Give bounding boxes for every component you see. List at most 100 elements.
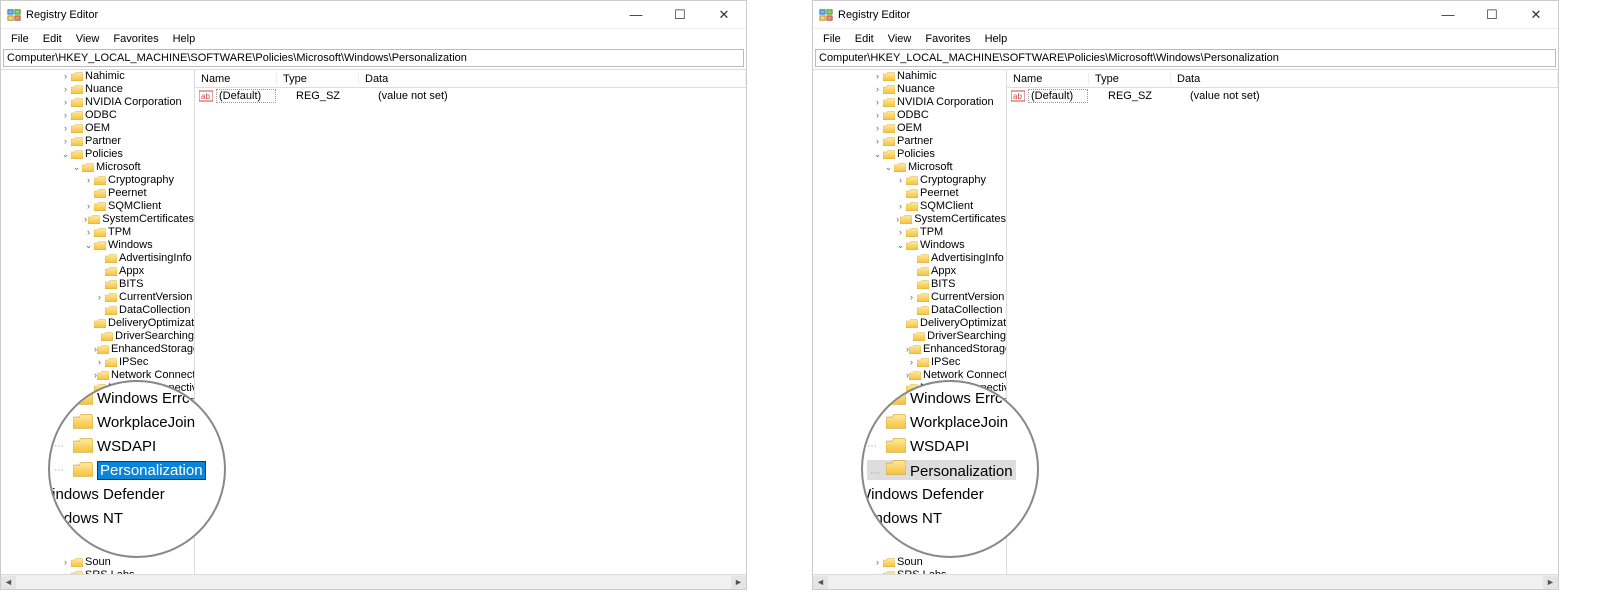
tree-node[interactable]: ›Partner [813,135,1006,148]
tree-node[interactable]: DataCollection [1,304,194,317]
zoom-tree-node[interactable]: Windows Defender [48,482,224,506]
tree-toggle-icon[interactable]: › [872,109,883,122]
close-button[interactable]: ✕ [702,1,746,29]
tree-node[interactable]: ›SQMClient [813,200,1006,213]
tree-node[interactable]: ›SystemCertificates [813,213,1006,226]
zoom-tree-node[interactable]: ⋯Personalization [50,458,224,482]
zoom-tree-node[interactable]: ⋯Personalization [863,458,1037,482]
tree-node[interactable]: ›SRS Labs [813,569,1006,574]
scroll-right-icon[interactable]: ► [1543,576,1558,589]
tree-toggle-icon[interactable]: › [872,70,883,83]
tree-node[interactable]: ›IPSec [813,356,1006,369]
tree-node[interactable]: ›Nahimic [813,70,1006,83]
tree-node[interactable]: ›OEM [813,122,1006,135]
col-type[interactable]: Type [277,73,359,85]
tree-node[interactable]: ›SQMClient [1,200,194,213]
tree-node[interactable]: ›TPM [813,226,1006,239]
tree-toggle-icon[interactable]: › [83,174,94,187]
tree-node[interactable]: ⌄Policies [813,148,1006,161]
tree-node[interactable]: ›NVIDIA Corporation [813,96,1006,109]
tree-toggle-icon[interactable]: › [872,556,883,569]
tree-toggle-icon[interactable]: › [60,135,71,148]
tree-toggle-icon[interactable]: ⌄ [872,148,883,161]
menu-view[interactable]: View [70,32,106,46]
tree-toggle-icon[interactable]: › [895,226,906,239]
tree-toggle-icon[interactable]: › [895,174,906,187]
tree-node[interactable]: Appx [1,265,194,278]
tree-node[interactable]: ⌄Windows [813,239,1006,252]
zoom-tree-node[interactable]: ⋯WorkplaceJoin [863,410,1037,434]
tree-node[interactable]: ›ODBC [1,109,194,122]
menu-help[interactable]: Help [167,32,202,46]
tree-toggle-icon[interactable]: › [60,109,71,122]
tree-toggle-icon[interactable]: › [872,96,883,109]
tree-node[interactable]: DeliveryOptimization [1,317,194,330]
zoom-tree-node[interactable]: ⋯WSDAPI [863,434,1037,458]
tree-toggle-icon[interactable]: ⌄ [71,161,82,174]
tree-toggle-icon[interactable]: › [906,291,917,304]
tree-toggle-icon[interactable]: ⌄ [895,239,906,252]
tree-toggle-icon[interactable]: › [60,569,71,574]
tree-node[interactable]: ›Network Connection [813,369,1006,382]
menu-favorites[interactable]: Favorites [107,32,164,46]
tree-node[interactable]: Peernet [813,187,1006,200]
tree-node[interactable]: ⌄Windows [1,239,194,252]
tree-toggle-icon[interactable]: › [872,83,883,96]
tree-node[interactable]: ›NVIDIA Corporation [1,96,194,109]
minimize-button[interactable]: — [614,1,658,29]
tree-node[interactable]: DeliveryOptimization [813,317,1006,330]
tree-node[interactable]: ⌄Microsoft [1,161,194,174]
col-name[interactable]: Name [195,73,277,85]
tree-node[interactable]: ›OEM [1,122,194,135]
tree-toggle-icon[interactable]: › [60,556,71,569]
tree-node[interactable]: ›EnhancedStorageDe [1,343,194,356]
tree-toggle-icon[interactable]: › [895,200,906,213]
col-data[interactable]: Data [1171,73,1558,85]
zoom-tree-node[interactable]: Windows NT [48,506,224,530]
scroll-left-icon[interactable]: ◄ [1,576,16,589]
zoom-tree-node[interactable]: ⋯WorkplaceJoin [50,410,224,434]
tree-toggle-icon[interactable]: ⌄ [60,148,71,161]
tree-node[interactable]: ›Cryptography [813,174,1006,187]
menu-favorites[interactable]: Favorites [919,32,976,46]
tree-node[interactable]: ›Nahimic [1,70,194,83]
tree-node[interactable]: ›IPSec [1,356,194,369]
minimize-button[interactable]: — [1426,1,1470,29]
tree-toggle-icon[interactable]: › [94,356,105,369]
maximize-button[interactable]: ☐ [658,1,702,29]
menu-help[interactable]: Help [979,32,1014,46]
zoom-tree-node[interactable]: Windows NT [861,506,1037,530]
tree-node[interactable]: Peernet [1,187,194,200]
zoom-tree-node[interactable]: ⋯Windows Errc [50,386,224,410]
horizontal-scrollbar[interactable]: ◄► [813,574,1558,589]
zoom-tree-node[interactable]: ⋯WSDAPI [50,434,224,458]
maximize-button[interactable]: ☐ [1470,1,1514,29]
tree-node[interactable]: ›Cryptography [1,174,194,187]
tree-node[interactable]: ›Nuance [813,83,1006,96]
tree-node[interactable]: BITS [813,278,1006,291]
tree-toggle-icon[interactable]: › [872,122,883,135]
tree-node[interactable]: ›ODBC [813,109,1006,122]
menu-view[interactable]: View [882,32,918,46]
tree-node[interactable]: ›Soun [813,556,1006,569]
scroll-left-icon[interactable]: ◄ [813,576,828,589]
tree-node[interactable]: DataCollection [813,304,1006,317]
tree-node[interactable]: ›EnhancedStorageDe [813,343,1006,356]
tree-node[interactable]: ›Partner [1,135,194,148]
tree-toggle-icon[interactable]: › [60,96,71,109]
horizontal-scrollbar[interactable]: ◄► [1,574,746,589]
col-type[interactable]: Type [1089,73,1171,85]
tree-toggle-icon[interactable]: › [60,70,71,83]
tree-node[interactable]: ›TPM [1,226,194,239]
close-button[interactable]: ✕ [1514,1,1558,29]
tree-node[interactable]: ›CurrentVersion [813,291,1006,304]
tree-node[interactable]: ⌄Policies [1,148,194,161]
tree-toggle-icon[interactable]: ⌄ [83,239,94,252]
zoom-tree-node[interactable]: Windows Defender [861,482,1037,506]
address-bar[interactable]: Computer\HKEY_LOCAL_MACHINE\SOFTWARE\Pol… [815,49,1556,67]
value-row[interactable]: (Default)REG_SZ(value not set) [195,88,746,103]
tree-toggle-icon[interactable]: › [906,356,917,369]
tree-node[interactable]: ›CurrentVersion [1,291,194,304]
tree-node[interactable]: ›SRS Labs [1,569,194,574]
tree-toggle-icon[interactable]: › [872,569,883,574]
